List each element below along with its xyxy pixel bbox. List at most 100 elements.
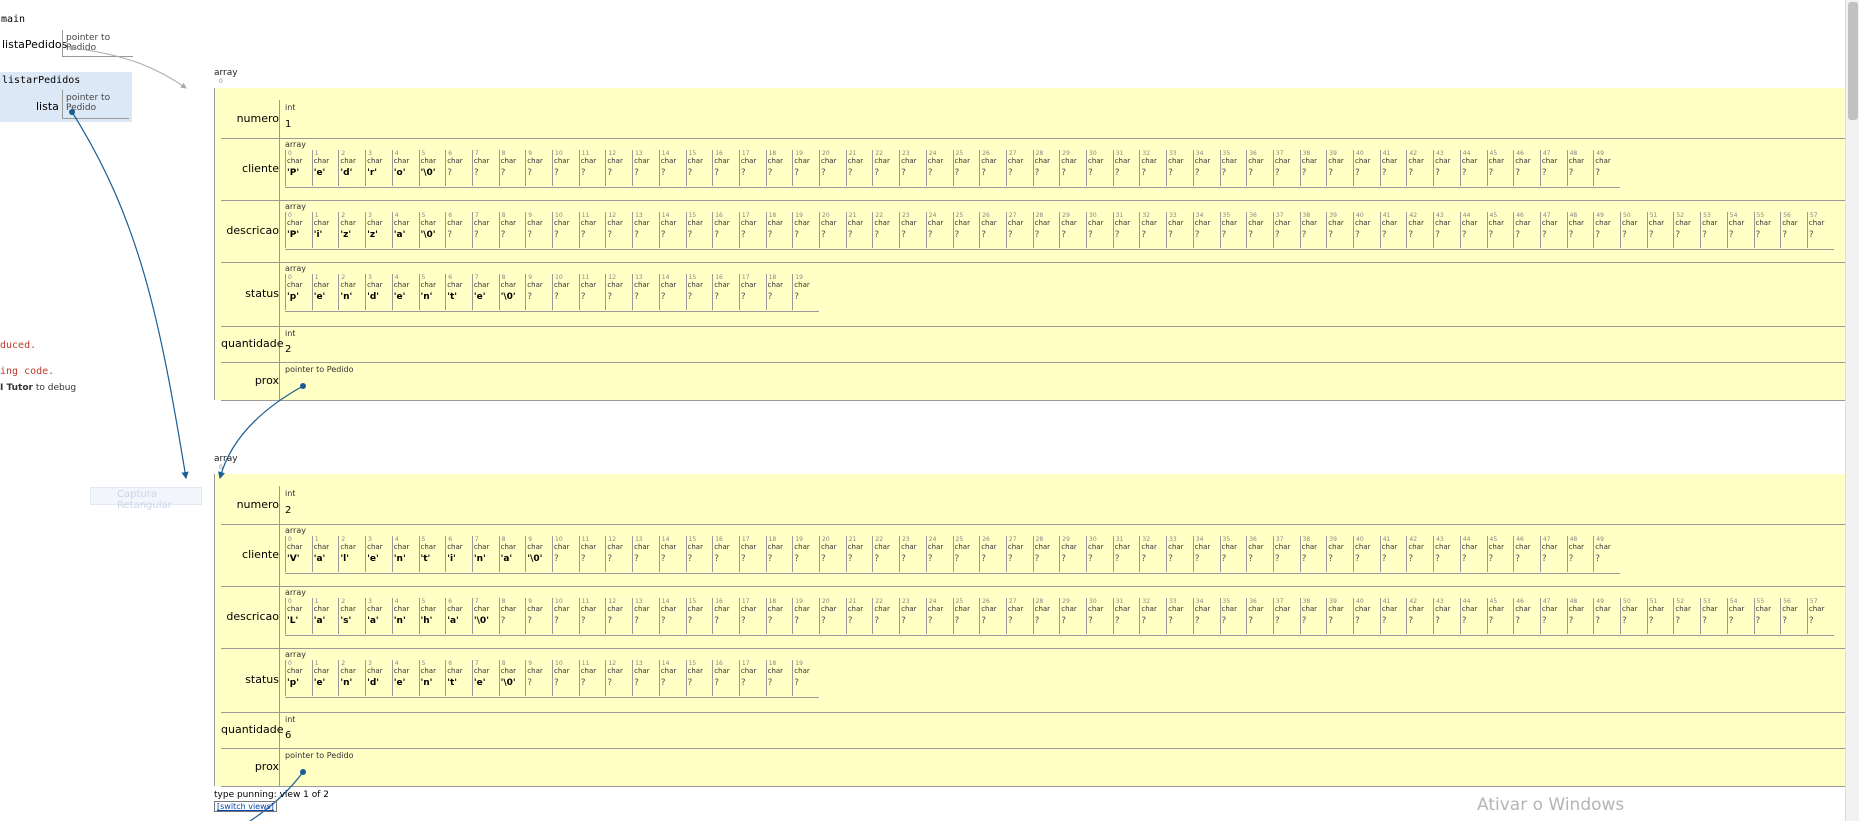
char-cell: 16 char?: [712, 598, 735, 634]
scrollbar-thumb[interactable]: [1848, 2, 1858, 120]
cell-value: ?: [1622, 230, 1627, 240]
cell-index: 46: [1516, 212, 1524, 219]
cell-index: 29: [1062, 150, 1070, 157]
cell-type: char: [740, 605, 757, 613]
char-cell: 42 char?: [1406, 536, 1429, 572]
cell-value: ?: [1328, 554, 1334, 564]
capture-overlay[interactable]: Captura Retangular: [90, 487, 202, 511]
char-cell: 46 char?: [1513, 536, 1536, 572]
char-cell: 17 char?: [738, 150, 762, 186]
cell-type: char: [500, 281, 517, 289]
cell-index: 57: [1809, 598, 1818, 605]
char-cell: 11 char?: [578, 598, 602, 634]
cell-index: 30: [1089, 598, 1097, 605]
cell-type: char: [554, 281, 570, 289]
debug-hint: I Tutor to debug: [0, 383, 76, 393]
char-cell: 29 char?: [1059, 598, 1082, 634]
char-cell: 36 char?: [1246, 150, 1269, 186]
switch-views-link[interactable]: [switch views]: [214, 801, 277, 812]
cell-type: char: [1114, 157, 1131, 165]
char-cell: 57 char?: [1806, 598, 1830, 634]
cell-value: 'd': [340, 168, 353, 178]
cell-type: char: [1061, 219, 1077, 227]
cell-index: 23: [902, 536, 910, 543]
cell-index: 41: [1382, 598, 1391, 605]
char-cell: 1 char 'a': [311, 536, 335, 572]
cell-value: ?: [1221, 230, 1227, 240]
cell-type: char: [447, 667, 463, 675]
char-cell: 7 char 'n': [471, 536, 495, 572]
cell-index: 19: [795, 598, 803, 605]
cell-value: ?: [767, 292, 773, 302]
cell-index: 35: [1222, 536, 1231, 543]
char-cell: 9 char?: [525, 150, 548, 186]
char-cell: 22 char?: [872, 150, 895, 186]
cell-index: 40: [1356, 212, 1364, 219]
field-value-numero: 1: [285, 119, 292, 130]
char-cell: 23 char?: [899, 598, 922, 634]
cell-type: char: [1515, 219, 1531, 227]
cell-type: char: [1328, 543, 1344, 551]
cell-type: char: [660, 667, 677, 675]
cell-index: 7: [474, 536, 479, 543]
cell-index: 22: [875, 150, 884, 157]
char-cell: 6 char 'i': [445, 536, 468, 572]
cell-index: 32: [1142, 536, 1151, 543]
cell-value: 'e': [473, 678, 486, 688]
cell-value: ?: [1408, 230, 1414, 240]
cell-index: 13: [635, 660, 643, 667]
struct-0-index: 0: [219, 78, 223, 85]
cell-value: ?: [1328, 230, 1334, 240]
cell-value: ?: [767, 678, 773, 688]
cell-value: 'L': [287, 616, 299, 626]
char-cell: 47 char?: [1539, 150, 1563, 186]
cell-value: ?: [1168, 168, 1173, 178]
cell-index: 52: [1676, 598, 1685, 605]
cell-type: char: [1274, 605, 1291, 613]
cell-value: ?: [1702, 230, 1707, 240]
cell-type: char: [740, 219, 757, 227]
cell-type: char: [634, 219, 650, 227]
windows-activation-watermark: Ativar o Windows: [1477, 795, 1625, 815]
cell-index: 14: [661, 274, 670, 281]
cell-type: char: [420, 157, 436, 165]
cell-type: char: [794, 157, 810, 165]
cell-type: char: [287, 543, 303, 551]
cell-index: 19: [795, 536, 803, 543]
cell-index: 42: [1409, 598, 1418, 605]
cell-value: ?: [954, 230, 960, 240]
cell-value: ?: [927, 616, 933, 626]
cell-type: char: [687, 157, 703, 165]
cell-index: 24: [928, 536, 937, 543]
char-cell: 30 char?: [1086, 150, 1109, 186]
cell-value: ?: [527, 168, 533, 178]
char-cell: 48 char?: [1566, 150, 1590, 186]
field-type-quantidade: int: [285, 329, 296, 338]
cell-index: 37: [1275, 536, 1284, 543]
cell-index: 38: [1302, 212, 1311, 219]
cell-value: 'e': [473, 292, 486, 302]
cell-value: ?: [794, 230, 800, 240]
cell-index: 19: [795, 274, 803, 281]
cell-type: char: [1194, 543, 1211, 551]
cell-index: 18: [768, 150, 777, 157]
cell-index: 41: [1382, 150, 1391, 157]
char-cell: 40 char?: [1353, 598, 1376, 634]
cell-index: 42: [1409, 212, 1418, 219]
cell-index: 39: [1329, 536, 1337, 543]
cell-index: 21: [848, 536, 857, 543]
cell-index: 3: [368, 660, 372, 667]
char-cell: 42 char?: [1406, 150, 1429, 186]
cell-type: char: [981, 157, 997, 165]
cell-value: ?: [740, 168, 746, 178]
cell-index: 25: [955, 536, 964, 543]
cell-value: 'V': [287, 554, 300, 564]
vertical-scrollbar[interactable]: [1845, 0, 1859, 821]
cell-index: 8: [501, 150, 506, 157]
cell-index: 19: [795, 150, 803, 157]
cell-index: 10: [555, 598, 563, 605]
cell-value: ?: [1488, 554, 1494, 564]
cell-type: char: [1088, 219, 1104, 227]
cell-type: char: [660, 157, 677, 165]
cell-type: char: [1568, 219, 1585, 227]
